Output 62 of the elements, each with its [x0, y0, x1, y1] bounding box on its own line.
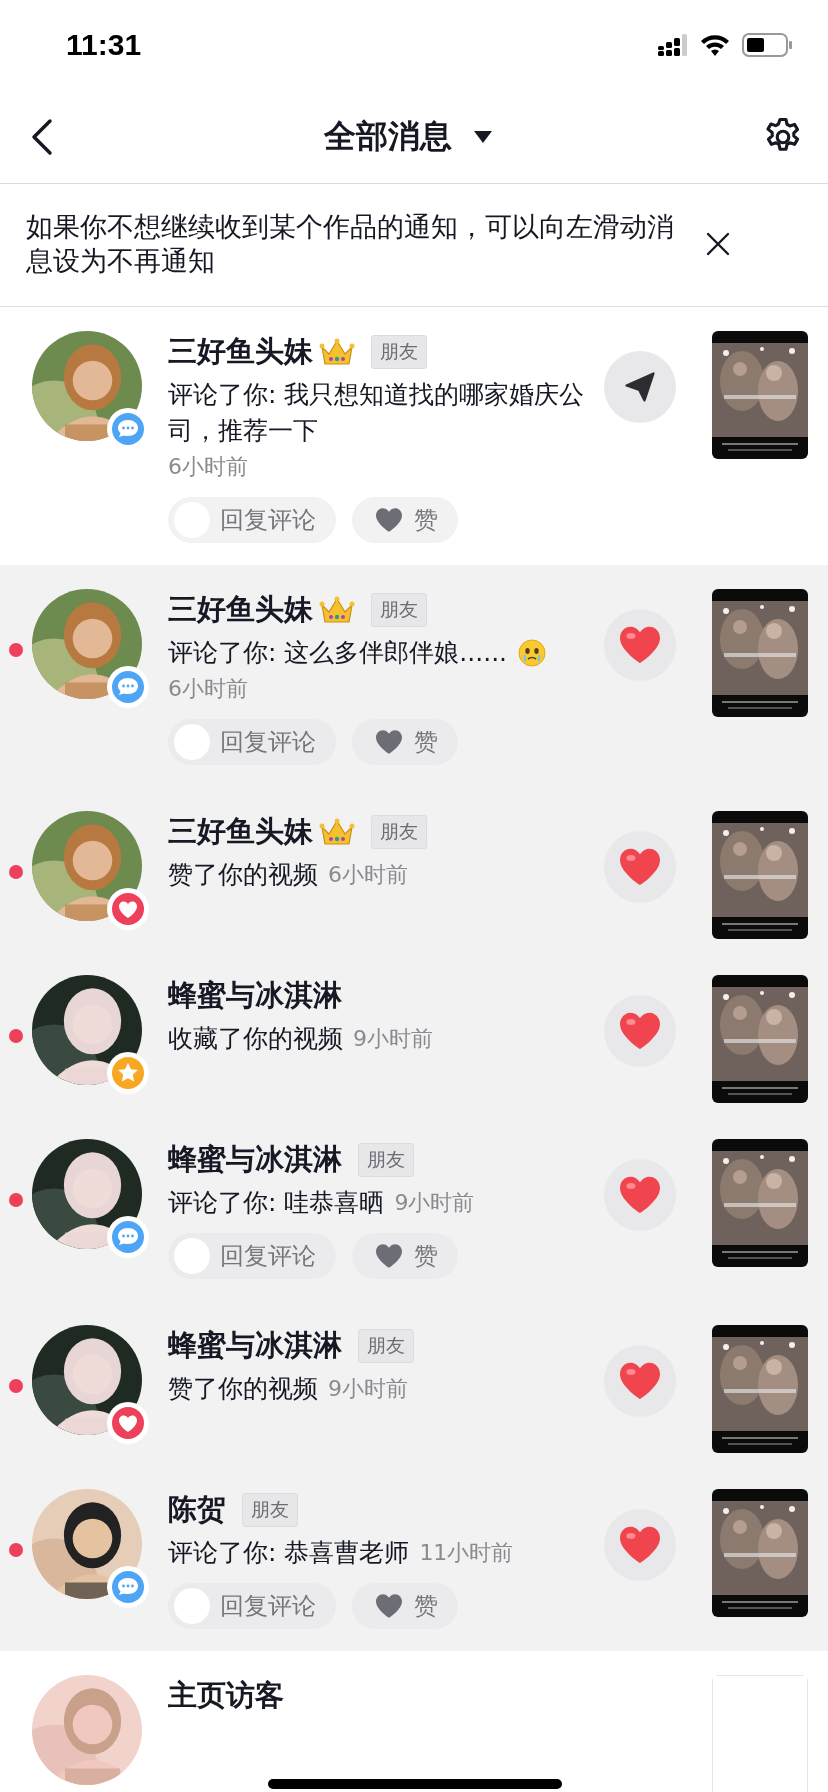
comment-badge-icon [106, 665, 150, 709]
heart-icon [618, 1525, 662, 1565]
heart-icon [374, 1593, 404, 1619]
message-text: 评论了你: 恭喜曹老师 [168, 1537, 410, 1569]
heart-badge-icon [106, 887, 150, 931]
like-button[interactable]: 赞 [352, 1583, 458, 1629]
friend-tag: 朋友 [371, 335, 427, 369]
message-text: 评论了你: 我只想知道找的哪家婚庆公司，推荐一下 [168, 379, 586, 447]
star-badge-icon [106, 1051, 150, 1095]
friend-tag: 朋友 [358, 1143, 414, 1177]
user-name: 蜂蜜与冰淇淋 [168, 977, 342, 1014]
friend-tag: 朋友 [242, 1493, 298, 1527]
heart-icon [618, 625, 662, 665]
wifi-icon [700, 34, 730, 56]
heart-icon [618, 847, 662, 887]
friend-tag: 朋友 [371, 815, 427, 849]
time-text: 6小时前 [168, 453, 248, 481]
heart-icon [618, 1361, 662, 1401]
comment-badge-icon [106, 1215, 150, 1259]
heart-badge-icon [106, 1401, 150, 1445]
message-text: 赞了你的视频 [168, 1373, 318, 1405]
status-time: 11:31 [66, 28, 143, 62]
user-name: 主页访客 [168, 1677, 284, 1714]
like-button[interactable]: 赞 [352, 719, 458, 765]
like-button[interactable]: 赞 [352, 497, 458, 543]
time-text: 6小时前 [328, 861, 408, 889]
user-name: 蜂蜜与冰淇淋 [168, 1327, 342, 1364]
time-text: 6小时前 [168, 675, 248, 703]
user-name: 三好鱼头妹 [168, 333, 313, 370]
heart-icon [374, 1243, 404, 1269]
reply-comment-button[interactable]: 回复评论 [168, 719, 336, 765]
heart-icon [374, 507, 404, 533]
message-text: 收藏了你的视频 [168, 1023, 343, 1055]
time-text: 11小时前 [419, 1539, 514, 1567]
time-text: 9小时前 [353, 1025, 433, 1053]
send-icon [622, 369, 658, 405]
user-name: 三好鱼头妹 [168, 591, 313, 628]
message-text: 赞了你的视频 [168, 859, 318, 891]
message-text: 评论了你: 这么多伴郎伴娘...... [168, 637, 508, 669]
heart-icon [618, 1175, 662, 1215]
back-icon[interactable] [30, 116, 54, 157]
time-text: 9小时前 [328, 1375, 408, 1403]
battery-icon [742, 33, 792, 57]
comment-badge-icon [106, 1565, 150, 1609]
user-name: 陈贺 [168, 1491, 226, 1528]
message-text: 评论了你: 哇恭喜晒 [168, 1187, 385, 1219]
signal-icon [658, 34, 688, 56]
heart-icon [374, 729, 404, 755]
reply-comment-button[interactable]: 回复评论 [168, 497, 336, 543]
reply-comment-button[interactable]: 回复评论 [168, 1233, 336, 1279]
user-name: 三好鱼头妹 [168, 813, 313, 850]
like-button[interactable]: 赞 [352, 1233, 458, 1279]
friend-tag: 朋友 [371, 593, 427, 627]
reply-comment-button[interactable]: 回复评论 [168, 1583, 336, 1629]
heart-icon [618, 1011, 662, 1051]
caret-icon [474, 130, 492, 143]
tip-text: 如果你不想继续收到某个作品的通知，可以向左滑动消息设为不再通知 [26, 210, 675, 278]
title-dropdown[interactable]: 全部消息 [324, 114, 492, 159]
time-text: 9小时前 [394, 1189, 475, 1217]
user-name: 蜂蜜与冰淇淋 [168, 1141, 342, 1178]
close-icon[interactable] [706, 232, 730, 256]
friend-tag: 朋友 [358, 1329, 414, 1363]
